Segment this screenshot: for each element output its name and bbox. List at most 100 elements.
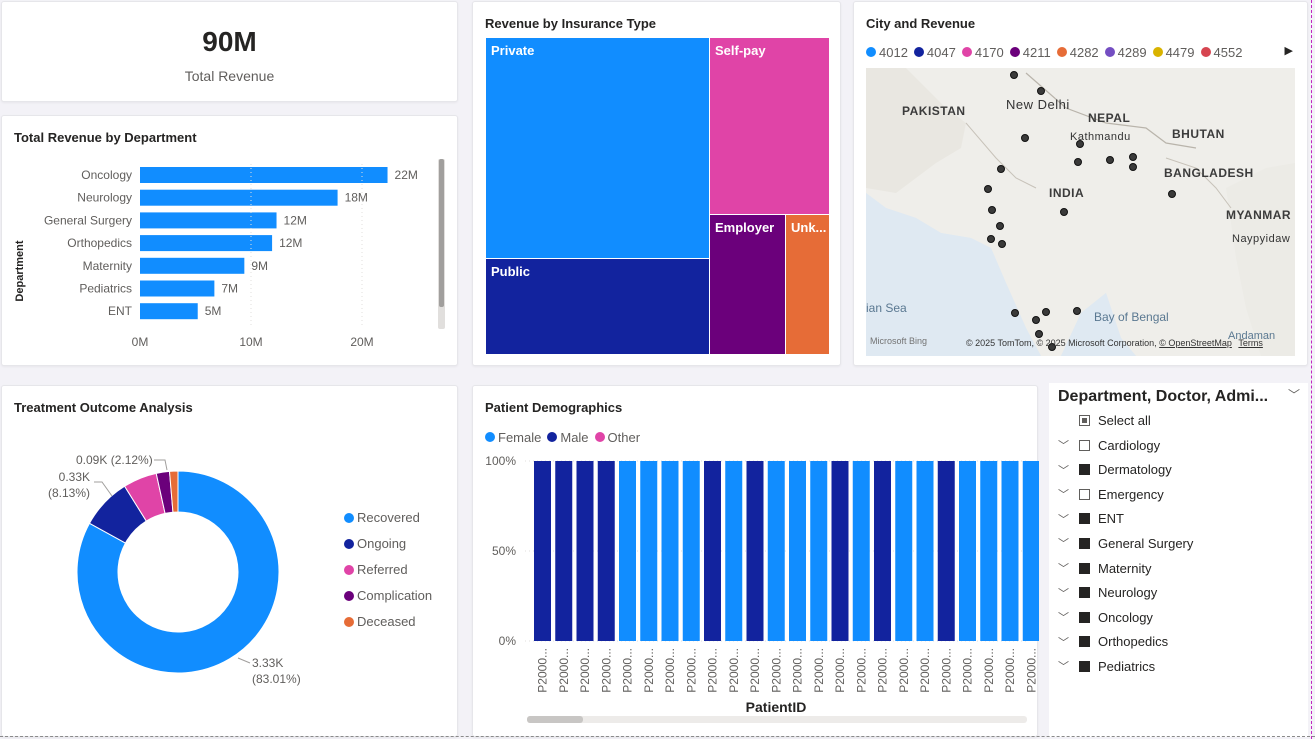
bar[interactable]: [140, 303, 198, 320]
patient-bar[interactable]: [725, 461, 743, 641]
map-bubble[interactable]: [1042, 308, 1050, 316]
kpi-card[interactable]: 90M Total Revenue: [1, 1, 458, 102]
map-bubble[interactable]: [1129, 153, 1137, 161]
map-bubble[interactable]: [1037, 87, 1045, 95]
patient-bar[interactable]: [937, 461, 955, 641]
slicer-item[interactable]: ﹀ General Surgery: [1058, 532, 1193, 554]
patient-bar[interactable]: [704, 461, 721, 641]
scrollbar-thumb[interactable]: [439, 159, 444, 307]
legend-item[interactable]: 4289: [1104, 45, 1147, 60]
patient-bar[interactable]: [640, 461, 658, 641]
slicer-checkbox[interactable]: [1079, 537, 1090, 549]
expand-chevron-icon[interactable]: ﹀: [1058, 634, 1076, 650]
patient-bar[interactable]: [959, 461, 976, 641]
patient-bar[interactable]: [597, 461, 615, 641]
expand-chevron-icon[interactable]: ﹀: [1058, 658, 1076, 674]
bar[interactable]: [140, 212, 277, 229]
legend-next-arrow[interactable]: ▶: [1285, 44, 1293, 57]
map-bubble[interactable]: [996, 222, 1004, 230]
map-bubble[interactable]: [988, 206, 996, 214]
patient-bar[interactable]: [895, 461, 913, 641]
slicer-item[interactable]: ﹀ Dermatology: [1058, 459, 1172, 481]
insurance-treemap-card[interactable]: Revenue by Insurance Type Private Self-p…: [472, 1, 841, 366]
slicer-checkbox[interactable]: [1079, 611, 1090, 623]
slicer-checkbox[interactable]: [1079, 636, 1090, 648]
map-bubble[interactable]: [1168, 190, 1176, 198]
treatment-outcome-card[interactable]: Treatment Outcome Analysis 3.33K (83.01%)…: [1, 385, 458, 737]
expand-chevron-icon[interactable]: ﹀: [1058, 437, 1076, 453]
patient-bar[interactable]: [746, 461, 764, 641]
legend-item[interactable]: 4211: [1009, 45, 1051, 60]
map-bubble[interactable]: [1106, 156, 1114, 164]
patient-demographics-card[interactable]: Patient Demographics Female Male Other Pat…: [472, 385, 1039, 737]
patient-bar[interactable]: [874, 461, 891, 641]
map-bubble[interactable]: [998, 240, 1006, 248]
legend-label[interactable]: Deceased: [357, 614, 416, 629]
slicer-item[interactable]: ﹀ Pediatrics: [1058, 655, 1155, 677]
legend-item[interactable]: 4170: [961, 45, 1004, 60]
legend-item[interactable]: 4479: [1152, 45, 1195, 60]
map-bubble[interactable]: [997, 165, 1005, 173]
slicer-checkbox[interactable]: [1079, 562, 1090, 574]
bar[interactable]: [140, 167, 388, 183]
map-bubble[interactable]: [1129, 163, 1137, 171]
treemap-cell-private[interactable]: Private: [485, 37, 710, 259]
patient-bar[interactable]: [682, 461, 700, 641]
legend-item[interactable]: 4047: [913, 45, 956, 60]
select-all-checkbox[interactable]: [1079, 414, 1090, 426]
legend-label[interactable]: Ongoing: [357, 536, 406, 551]
bar[interactable]: [140, 257, 245, 274]
legend-label[interactable]: Recovered: [357, 510, 420, 525]
patient-bar[interactable]: [555, 461, 573, 641]
expand-chevron-icon[interactable]: ﹀: [1058, 511, 1076, 527]
bar[interactable]: [140, 235, 273, 252]
slicer-item[interactable]: ﹀ ENT: [1058, 508, 1124, 530]
slicer-collapse-icon[interactable]: ﹀: [1288, 386, 1300, 403]
map-bubble[interactable]: [1035, 330, 1043, 338]
slicer-checkbox[interactable]: [1079, 464, 1090, 476]
osm-link[interactable]: © OpenStreetMap: [1159, 338, 1232, 348]
slicer-item[interactable]: ﹀ Emergency: [1058, 483, 1164, 505]
slicer-checkbox[interactable]: [1079, 488, 1090, 500]
expand-chevron-icon[interactable]: ﹀: [1058, 609, 1076, 625]
treemap-cell-unknown[interactable]: Unk...: [785, 214, 830, 355]
slicer-item[interactable]: ﹀ Orthopedics: [1058, 631, 1168, 653]
map-canvas[interactable]: PAKISTAN New Delhi NEPAL Kathmandu BHUTA…: [866, 68, 1295, 356]
bar[interactable]: [140, 280, 215, 297]
treemap-cell-employer[interactable]: Employer: [709, 214, 786, 355]
map-bubble[interactable]: [1021, 134, 1029, 142]
patient-bar[interactable]: [810, 461, 828, 641]
slicer-item[interactable]: ﹀ Maternity: [1058, 557, 1151, 579]
patient-bar[interactable]: [1001, 461, 1019, 641]
legend-label[interactable]: Complication: [357, 588, 432, 603]
slicer-select-all[interactable]: Select all: [1058, 409, 1151, 431]
patient-bar[interactable]: [831, 461, 849, 641]
map-bubble[interactable]: [987, 235, 995, 243]
patient-bar[interactable]: [619, 461, 636, 641]
slicer-checkbox[interactable]: [1079, 513, 1090, 525]
slicer-checkbox[interactable]: [1079, 660, 1090, 672]
map-bubble[interactable]: [1011, 309, 1019, 317]
map-bubble[interactable]: [1076, 140, 1084, 148]
expand-chevron-icon[interactable]: ﹀: [1058, 486, 1076, 502]
map-bubble[interactable]: [1060, 208, 1068, 216]
patient-bar[interactable]: [980, 461, 998, 641]
map-bubble[interactable]: [1073, 307, 1081, 315]
patient-bar[interactable]: [852, 461, 870, 641]
patient-bar[interactable]: [789, 461, 806, 641]
treemap-cell-public[interactable]: Public: [485, 258, 710, 355]
expand-chevron-icon[interactable]: ﹀: [1058, 560, 1076, 576]
expand-chevron-icon[interactable]: ﹀: [1058, 585, 1076, 601]
map-bubble[interactable]: [1010, 71, 1018, 79]
slicer-item[interactable]: ﹀ Cardiology: [1058, 434, 1160, 456]
patient-bar[interactable]: [916, 461, 934, 641]
expand-chevron-icon[interactable]: ﹀: [1058, 462, 1076, 478]
map-bubble[interactable]: [1074, 158, 1082, 166]
terms-link[interactable]: Terms: [1238, 338, 1263, 348]
legend-item[interactable]: 4282: [1056, 45, 1099, 60]
city-revenue-map-card[interactable]: City and Revenue 4012 4047 4170 4211 4282 428…: [853, 1, 1308, 366]
slicer-checkbox[interactable]: [1079, 439, 1090, 451]
legend-label[interactable]: Referred: [357, 562, 408, 577]
slicer-item[interactable]: ﹀ Oncology: [1058, 606, 1153, 628]
expand-chevron-icon[interactable]: ﹀: [1058, 535, 1076, 551]
